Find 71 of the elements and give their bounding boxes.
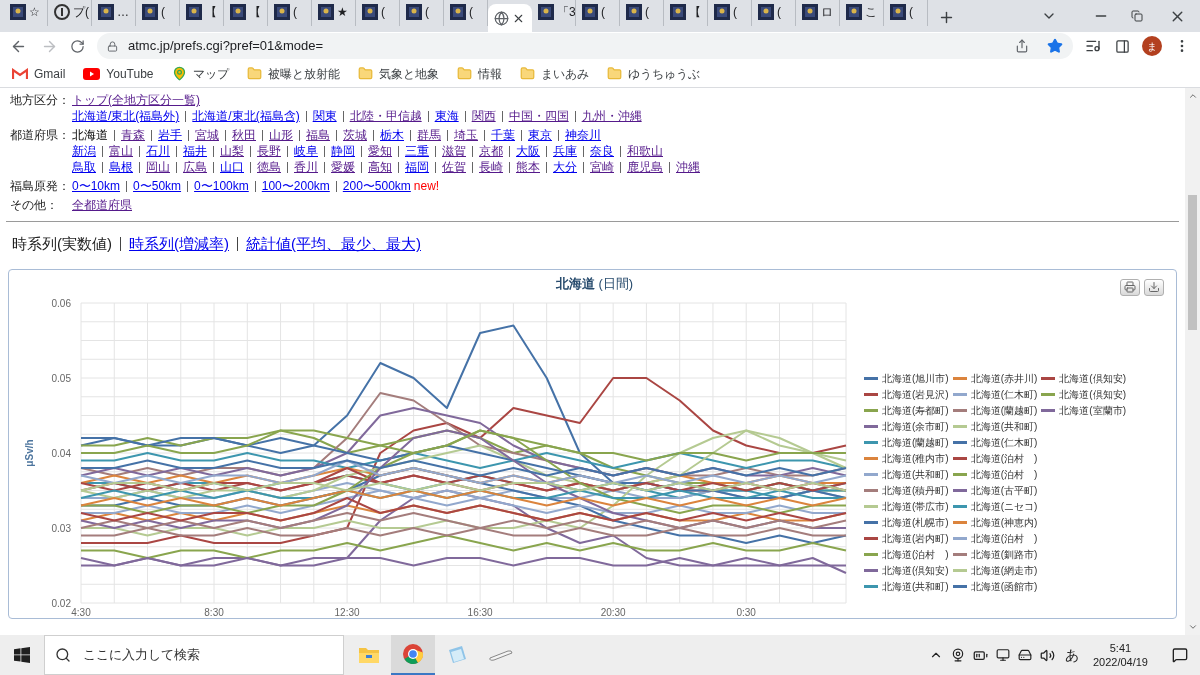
axis-label: 4:30 xyxy=(71,607,91,618)
tab-title: ★ xyxy=(337,4,348,21)
legend-label: 北海道(泊村 ) xyxy=(970,531,1038,546)
tab-title: 【 xyxy=(689,4,701,21)
current-prefecture: 北海道 xyxy=(72,127,108,143)
tab-title: … xyxy=(117,4,129,21)
legend-label: 北海道(稚内市) xyxy=(882,451,949,466)
axis-label: 0.04 xyxy=(51,448,71,459)
legend-label: 北海道(仁木町) xyxy=(970,387,1038,402)
legend-label: 北海道(旭川市) xyxy=(882,371,949,386)
tab-title: ( xyxy=(777,4,781,21)
legend-label: 北海道(古平町) xyxy=(970,483,1038,498)
legend-label: 北海道(仁木町) xyxy=(970,435,1038,450)
nav-label: 福島原発： xyxy=(10,178,71,194)
axis-label: 0.02 xyxy=(51,598,71,609)
tab-title: 【 xyxy=(249,4,261,21)
tab-title: プ( xyxy=(73,4,89,21)
axis-label: 0:30 xyxy=(736,607,756,618)
axis-label: 0.03 xyxy=(51,523,71,534)
tab-title: ( xyxy=(293,4,297,21)
tab-title: ( xyxy=(733,4,737,21)
tab-title: ロ xyxy=(821,4,833,21)
legend-label: 北海道(蘭越町) xyxy=(970,403,1038,418)
tab-title: ( xyxy=(469,4,473,21)
axis-label: 12:30 xyxy=(334,607,360,618)
legend-label: 北海道(共和町) xyxy=(882,579,949,594)
tab-title: こ xyxy=(865,4,877,21)
axis-title: μSv/h xyxy=(24,439,35,467)
legend-label: 北海道(網走市) xyxy=(970,563,1038,578)
legend-label: 北海道(釧路市) xyxy=(970,547,1038,562)
tab-title: ( xyxy=(161,4,165,21)
url-text: atmc.jp/prefs.cgi?pref=01&mode= xyxy=(128,37,325,56)
tab-title: ( xyxy=(425,4,429,21)
legend-label: 北海道(倶知安) xyxy=(1059,371,1127,386)
legend-label: 北海道(泊村 ) xyxy=(970,467,1038,482)
tab-title: ( xyxy=(601,4,605,21)
legend-label: 北海道(泊村 ) xyxy=(970,451,1038,466)
legend-label: 北海道(室蘭市) xyxy=(1059,403,1127,418)
nav-label: 都道府県： xyxy=(10,127,71,144)
tab-title: 「3 xyxy=(557,4,575,21)
axis-label: 20:30 xyxy=(600,607,626,618)
tab-title: 【 xyxy=(205,4,217,21)
legend-label: 北海道(ニセコ) xyxy=(970,499,1038,514)
tab-title: ( xyxy=(645,4,649,21)
legend-label: 北海道(倶知安) xyxy=(882,563,949,578)
legend-label: 北海道(岩見沢) xyxy=(882,387,949,402)
axis-label: 8:30 xyxy=(204,607,224,618)
axis-label: 16:30 xyxy=(467,607,493,618)
axis-label: 0.06 xyxy=(51,298,71,309)
legend-label: 北海道(蘭越町) xyxy=(882,435,949,450)
nav-label: その他： xyxy=(10,197,59,213)
legend-label: 北海道(札幌市) xyxy=(882,515,949,530)
legend-label: 北海道(積丹町) xyxy=(882,483,949,498)
legend-label: 北海道(倶知安) xyxy=(1059,387,1127,402)
legend-label: 北海道(余市町) xyxy=(882,419,949,434)
legend-label: 北海道(共和町) xyxy=(882,467,949,482)
legend-label: 北海道(泊村 ) xyxy=(882,547,949,562)
tab-title: ( xyxy=(909,4,913,21)
legend-label: 北海道(岩内町) xyxy=(882,531,949,546)
legend-label: 北海道(函館市) xyxy=(970,579,1038,594)
chart-title: 北海道 (日間) xyxy=(554,275,635,294)
legend-label: 北海道(寿都町) xyxy=(882,403,949,418)
tab-title: ☆ xyxy=(29,4,40,21)
legend-label: 北海道(帯広市) xyxy=(882,499,949,514)
legend-label: 北海道(神恵内) xyxy=(970,515,1038,530)
new-label: new! xyxy=(413,178,440,194)
axis-label: 0.05 xyxy=(51,373,71,384)
tab-title: ( xyxy=(381,4,385,21)
legend-label: 北海道(共和町) xyxy=(970,419,1038,434)
legend-label: 北海道(赤井川) xyxy=(970,371,1038,386)
nav-label: 地方区分： xyxy=(10,92,71,109)
